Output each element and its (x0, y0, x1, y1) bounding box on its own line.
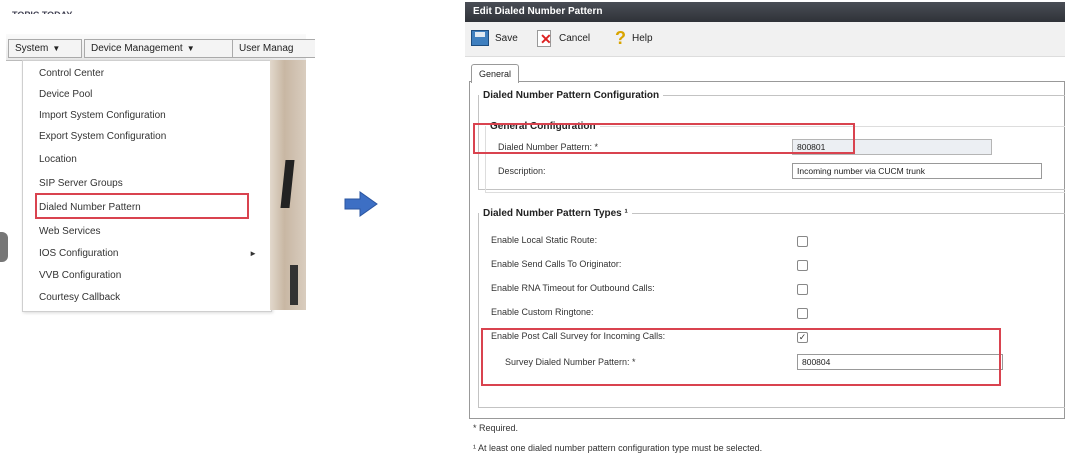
menu-item-sip-server-groups[interactable]: SIP Server Groups (39, 175, 123, 192)
menu-item-location[interactable]: Location (39, 151, 77, 168)
menu-device-management[interactable]: Device Management ▼ (84, 39, 240, 58)
pattern-label: Dialed Number Pattern: * (498, 142, 599, 152)
menu-system-label: System (15, 43, 49, 54)
post-call-survey-label: Enable Post Call Survey for Incoming Cal… (491, 331, 666, 341)
menu-item-courtesy-callback[interactable]: Courtesy Callback (39, 289, 120, 306)
menu-user-management-label: User Manag (239, 43, 294, 54)
general-config-fieldset: General Configuration Dialed Number Patt… (485, 121, 1065, 193)
menu-item-device-pool[interactable]: Device Pool (39, 86, 92, 103)
background-photo-detail (290, 265, 298, 305)
post-call-survey-checkbox[interactable]: ✓ (797, 332, 808, 343)
save-label: Save (495, 33, 518, 44)
send-calls-originator-label: Enable Send Calls To Originator: (491, 259, 622, 269)
local-static-route-label: Enable Local Static Route: (491, 235, 598, 245)
help-button[interactable]: ? Help (615, 28, 653, 50)
system-dropdown-menu: Control Center Device Pool Import System… (22, 60, 272, 312)
toolbar: Save ✕ Cancel ? Help (465, 22, 1065, 57)
tab-general[interactable]: General (471, 64, 519, 83)
navigation-screenshot: TOPIC TODAY System▼ Device Management▼ U… (0, 0, 315, 312)
pattern-field[interactable] (792, 139, 992, 155)
survey-pattern-field[interactable] (797, 354, 1003, 370)
menu-item-control-center[interactable]: Control Center (39, 65, 104, 82)
custom-ringtone-checkbox[interactable] (797, 308, 808, 319)
right-arrow-icon (344, 191, 378, 217)
menu-item-import-system-configuration[interactable]: Import System Configuration (39, 107, 166, 124)
config-legend: Dialed Number Pattern Configuration (483, 90, 660, 101)
rna-timeout-label: Enable RNA Timeout for Outbound Calls: (491, 283, 655, 293)
types-legend: Dialed Number Pattern Types ¹ (483, 208, 628, 219)
cancel-button[interactable]: ✕ Cancel (535, 28, 590, 50)
pattern-type-note: ¹ At least one dialed number pattern con… (473, 443, 763, 453)
checkmark-icon: ✓ (798, 332, 807, 342)
menu-item-ios-configuration[interactable]: IOS Configuration ► (39, 245, 265, 262)
description-field[interactable] (792, 163, 1042, 179)
help-icon: ? (615, 28, 626, 49)
cancel-label: Cancel (559, 33, 591, 44)
chevron-down-icon: ▼ (52, 44, 61, 53)
side-tab-handle (0, 232, 8, 262)
save-button[interactable]: Save (471, 28, 518, 50)
custom-ringtone-label: Enable Custom Ringtone: (491, 307, 594, 317)
help-label: Help (632, 33, 653, 44)
rna-timeout-checkbox[interactable] (797, 284, 808, 295)
menu-device-management-label: Device Management (91, 43, 183, 54)
save-icon (471, 30, 489, 47)
chevron-down-icon: ▼ (186, 44, 195, 53)
cancel-icon: ✕ (535, 30, 553, 48)
local-static-route-checkbox[interactable] (797, 236, 808, 247)
window-title: Edit Dialed Number Pattern (465, 2, 1065, 22)
edit-dialed-number-pattern-window: Edit Dialed Number Pattern Save ✕ Cancel … (465, 2, 1065, 455)
menu-system[interactable]: System ▼ (8, 39, 82, 58)
footnotes: * Required. ¹ At least one dialed number… (473, 418, 762, 458)
submenu-arrow-icon: ► (249, 249, 257, 258)
menu-item-vvb-configuration[interactable]: VVB Configuration (39, 267, 121, 284)
menu-item-web-services[interactable]: Web Services (39, 223, 101, 240)
config-fieldset: Dialed Number Pattern Configuration Gene… (478, 90, 1065, 193)
menu-item-export-system-configuration[interactable]: Export System Configuration (39, 128, 166, 145)
menu-user-management[interactable]: User Manag (232, 39, 315, 58)
survey-pattern-label: Survey Dialed Number Pattern: * (505, 357, 636, 367)
highlight-box (35, 193, 249, 219)
send-calls-originator-checkbox[interactable] (797, 260, 808, 271)
required-note: * Required. (473, 423, 519, 433)
top-menu-bar: System ▼ Device Management ▼ User Manag (6, 34, 315, 61)
page-header-cut: TOPIC TODAY (12, 6, 162, 14)
form-content: Dialed Number Pattern Configuration Gene… (469, 81, 1065, 419)
types-fieldset: Dialed Number Pattern Types ¹ Enable Loc… (478, 208, 1065, 408)
description-label: Description: (498, 166, 546, 176)
general-config-legend: General Configuration (490, 121, 596, 132)
